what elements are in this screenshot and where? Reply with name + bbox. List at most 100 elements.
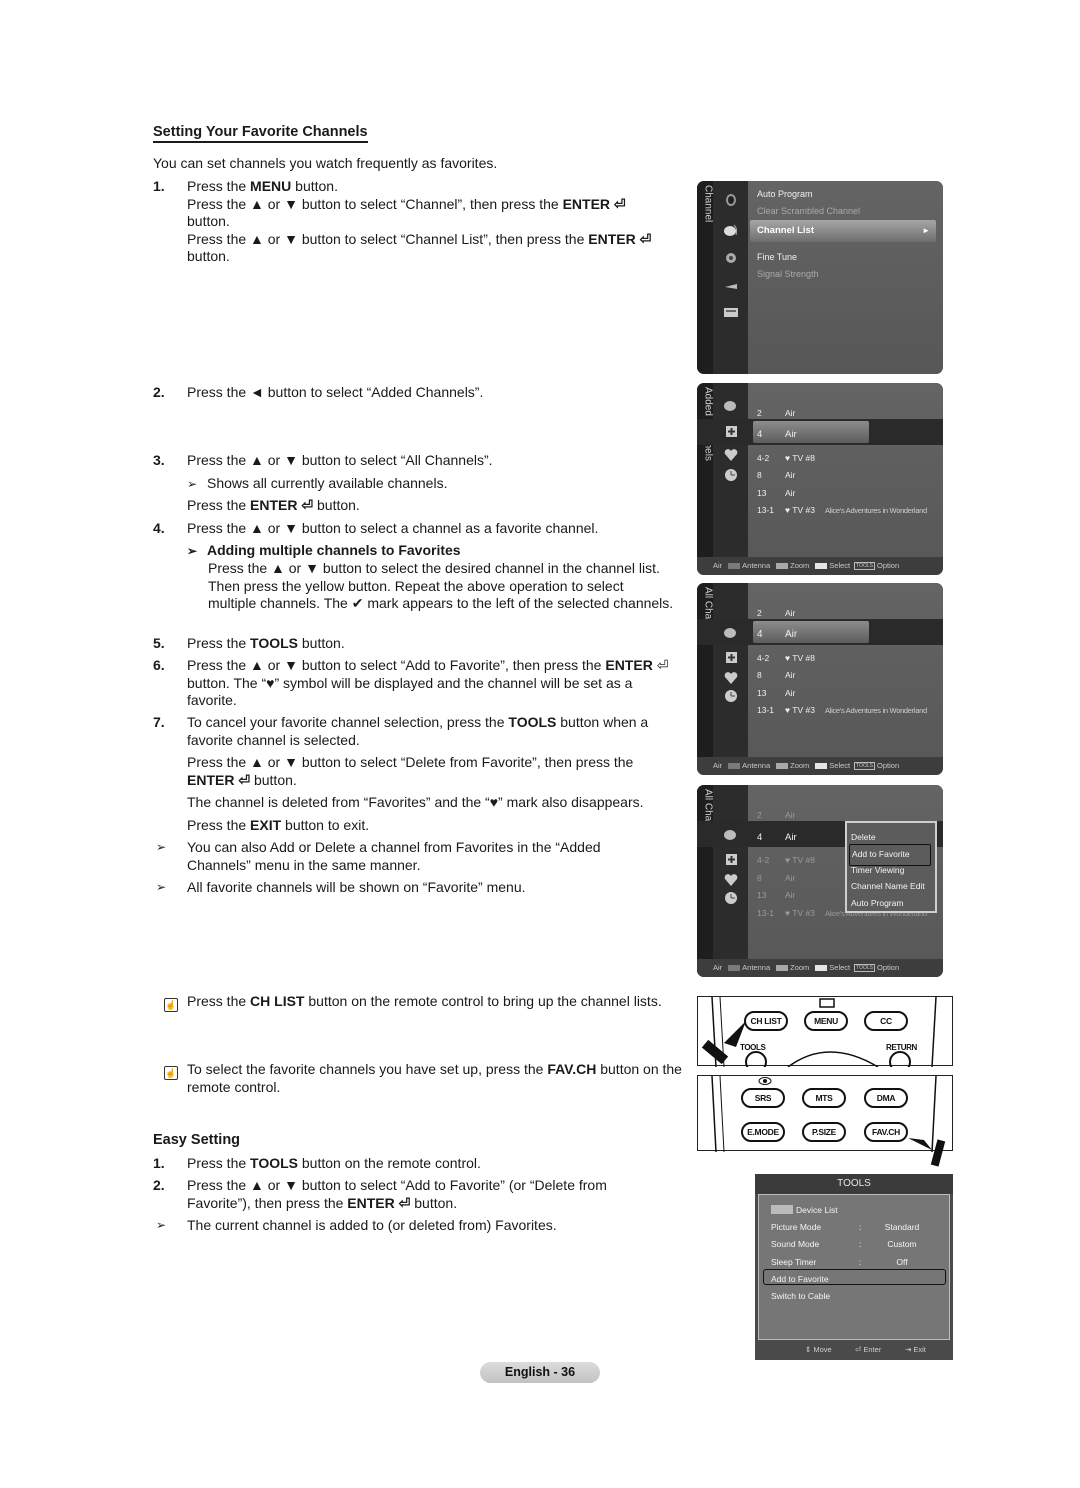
easy-setting-title: Easy Setting xyxy=(153,1132,241,1148)
easy-note: The current channel is added to (or dele… xyxy=(187,1217,557,1233)
step-2: Press the ◄ button to select “Added Chan… xyxy=(187,384,484,400)
programmed-clock-icon xyxy=(723,689,739,703)
popup-item-auto-program[interactable]: Auto Program xyxy=(851,895,903,913)
channel-row[interactable]: 8 Air xyxy=(757,467,825,485)
ch-list-button[interactable]: CH LIST xyxy=(744,1011,788,1031)
menu-button[interactable]: MENU xyxy=(804,1011,848,1031)
input-plug-icon xyxy=(723,279,739,293)
tip-1: Press the CH LIST button on the remote c… xyxy=(187,993,662,1009)
channel-row[interactable]: 8 Air xyxy=(757,667,825,685)
tools-item-add-to-favorite[interactable]: Add to Favorite xyxy=(771,1271,946,1289)
tv-added-channels: Added Channels 2Air 4Air 4-2♥ TV #8 8Air… xyxy=(697,383,943,575)
tools-label: TOOLS xyxy=(740,1043,766,1052)
menu-item-clear-scrambled[interactable]: Clear Scrambled Channel xyxy=(757,203,860,221)
tools-item-picture-mode[interactable]: Picture Mode: Standard xyxy=(771,1219,946,1237)
exit-icon: ⇥ xyxy=(905,1345,912,1354)
step-6: Press the ▲ or ▼ button to select “Add t… xyxy=(187,657,669,708)
channel-row[interactable]: 13 Air xyxy=(757,485,825,503)
mts-button[interactable]: MTS xyxy=(802,1088,846,1108)
intro-text: You can set channels you watch frequentl… xyxy=(153,155,498,171)
section-title: Setting Your Favorite Channels xyxy=(153,124,368,143)
tools-item-device-list[interactable]: Device List xyxy=(771,1202,946,1220)
pointer-bar-icon xyxy=(930,1139,946,1167)
favorite-heart-icon xyxy=(723,873,739,887)
channel-row[interactable]: 13-1 ♥ TV #3 Alice’s Adventures in Wonderl… xyxy=(757,502,927,520)
srs-button[interactable]: SRS xyxy=(741,1088,785,1108)
channel-row-selected[interactable]: 4 Air xyxy=(757,626,825,644)
channel-row[interactable]: 2 Air xyxy=(757,405,825,423)
fav-ch-button[interactable]: FAV.CH xyxy=(864,1122,908,1142)
tools-key-icon: TOOLS xyxy=(854,762,876,771)
zoom-color-key xyxy=(776,965,789,972)
menu-item-channel-list[interactable]: Channel List ► xyxy=(750,220,936,242)
added-channels-icon xyxy=(723,651,739,665)
step-number: 1. xyxy=(153,178,165,194)
note-arrow-icon: ➢ xyxy=(187,477,198,491)
all-channels-icon xyxy=(723,827,739,841)
tools-popup-menu: Delete Add to Favorite Timer Viewing Cha… xyxy=(845,821,937,913)
cc-button[interactable]: CC xyxy=(864,1011,908,1031)
step-7-p4: Press the EXIT button to exit. xyxy=(187,817,370,833)
tv-all-channels-popup: All Channels 2 Air 4 Air 4-2 ♥ TV #8 8 Air 1… xyxy=(697,785,943,977)
p-size-button[interactable]: P.SIZE xyxy=(802,1122,846,1142)
step-number: 7. xyxy=(153,714,165,730)
step-number: 4. xyxy=(153,520,165,536)
antenna-color-key xyxy=(728,763,741,770)
all-channels-icon xyxy=(723,398,739,412)
note-hand-icon: ☝ xyxy=(164,1066,178,1080)
channel-row[interactable]: 13 Air xyxy=(757,887,825,905)
antenna-color-key xyxy=(728,563,741,570)
select-color-key xyxy=(815,965,828,972)
screen-footer: Air Antenna Zoom Select TOOLS Option xyxy=(697,757,943,775)
all-channels-icon xyxy=(723,625,739,639)
step-number: 3. xyxy=(153,452,165,468)
menu-item-fine-tune[interactable]: Fine Tune xyxy=(757,249,797,267)
popup-item-timer-viewing[interactable]: Timer Viewing xyxy=(851,862,904,880)
tools-footer: ⇕ Move ⏎ Enter ⇥ Exit xyxy=(755,1340,953,1360)
step-7-p3: The channel is deleted from “Favorites” … xyxy=(187,794,644,810)
enter-hint: ⏎ Enter xyxy=(855,1345,882,1354)
added-channels-icon xyxy=(723,853,739,867)
step-number: 2. xyxy=(153,384,165,400)
e-mode-button[interactable]: E.MODE xyxy=(741,1122,785,1142)
easy-step-1: Press the TOOLS button on the remote con… xyxy=(187,1155,481,1171)
step-3-note: ➢ Shows all currently available channels. xyxy=(187,475,682,494)
popup-item-channel-name-edit[interactable]: Channel Name Edit xyxy=(851,878,925,896)
channel-row[interactable]: 8 Air xyxy=(757,870,825,888)
channel-row[interactable]: 2 Air xyxy=(757,605,825,623)
channel-row[interactable]: 13-1 ♥ TV #3 Alice’s Adventures in Wonderl… xyxy=(757,702,927,720)
select-color-key xyxy=(815,763,828,770)
note-1: You can also Add or Delete a channel fro… xyxy=(187,839,601,873)
channel-row[interactable]: 4-2 ♥ TV #8 xyxy=(757,650,825,668)
application-icon xyxy=(723,305,739,319)
menu-item-signal-strength[interactable]: Signal Strength xyxy=(757,266,819,284)
arrow-right-icon: ► xyxy=(922,226,930,235)
dma-button[interactable]: DMA xyxy=(864,1088,908,1108)
channel-row[interactable]: 4-2 ♥ TV #8 xyxy=(757,450,825,468)
channel-row-selected[interactable]: 4 Air xyxy=(757,829,825,847)
step-4-subtext: Press the ▲ or ▼ button to select the de… xyxy=(208,560,674,611)
screen-footer: Air Antenna Zoom Select TOOLS Option xyxy=(697,557,943,575)
tools-key-icon: TOOLS xyxy=(854,964,876,973)
step-1: Press the MENU button. Press the ▲ or ▼ … xyxy=(187,178,652,264)
favorite-heart-icon xyxy=(723,671,739,685)
tools-menu-title: TOOLS xyxy=(755,1174,953,1194)
tools-key-icon: TOOLS xyxy=(854,562,876,571)
note-arrow-icon: ➢ xyxy=(156,1218,167,1232)
tools-item-sound-mode[interactable]: Sound Mode: Custom xyxy=(771,1236,946,1254)
menu-item-auto-program[interactable]: Auto Program xyxy=(757,186,813,204)
step-7: To cancel your favorite channel selectio… xyxy=(187,714,649,748)
step-3-enter: Press the ENTER ⏎ button. xyxy=(187,497,360,513)
exit-hint: ⇥ Exit xyxy=(905,1345,926,1354)
note-hand-icon: ☝ xyxy=(164,998,178,1012)
channel-row-selected[interactable]: 4 Air xyxy=(757,426,825,444)
select-color-key xyxy=(815,563,828,570)
step-3: Press the ▲ or ▼ button to select “All C… xyxy=(187,452,493,468)
channel-row[interactable]: 4-2 ♥ TV #8 xyxy=(757,852,825,870)
note-arrow-icon: ➢ xyxy=(156,840,167,854)
step-number: 1. xyxy=(153,1155,165,1171)
tv-all-channels: All Channels 2 Air 4 Air 4-2 ♥ TV #8 8 Air 1… xyxy=(697,583,943,775)
tools-item-switch-to-cable[interactable]: Switch to Cable xyxy=(771,1288,946,1306)
channel-row[interactable]: 2 Air xyxy=(757,807,825,825)
channel-row[interactable]: 13 Air xyxy=(757,685,825,703)
